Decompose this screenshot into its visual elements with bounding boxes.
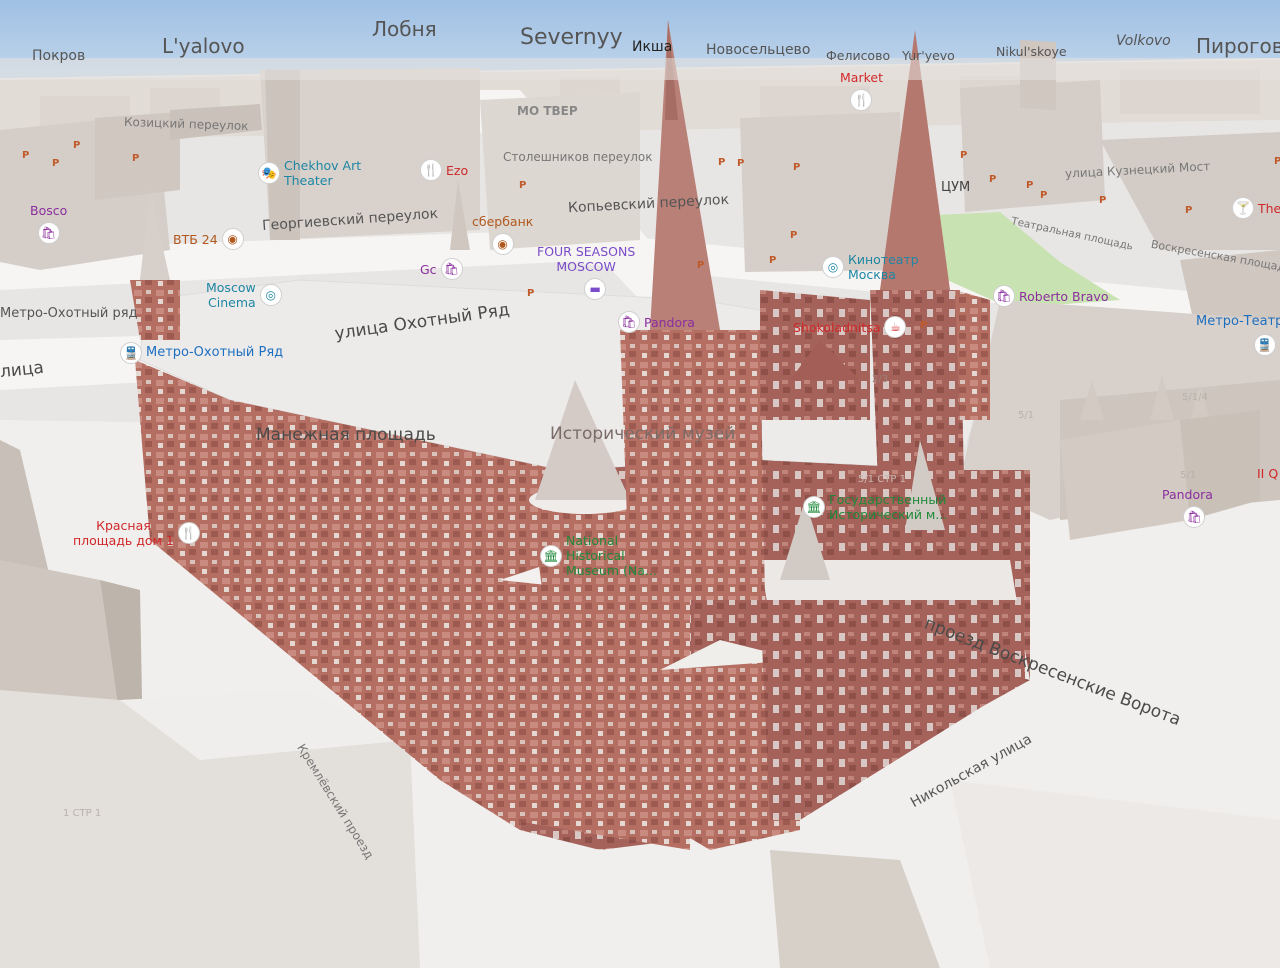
parking-icon: P bbox=[1185, 205, 1193, 216]
poi-vtb24[interactable]: ◉ ВТБ 24 bbox=[173, 228, 244, 250]
city-label: Лобня bbox=[372, 17, 437, 41]
building-number: 5/1 bbox=[1018, 410, 1035, 421]
poi-moscow-cinema[interactable]: ◎ Moscow Cinema bbox=[206, 280, 282, 310]
hotel-icon: ▬ bbox=[584, 278, 607, 300]
parking-icon: P bbox=[960, 150, 968, 161]
bank-icon: ◉ bbox=[221, 228, 244, 250]
poi-il-q[interactable]: II Q bbox=[1257, 466, 1278, 481]
city-label: Икша bbox=[632, 39, 673, 55]
parking-icon: P bbox=[73, 140, 81, 151]
building-number: 5/1 СТР 1 bbox=[858, 474, 906, 485]
street-label: Манежная площадь bbox=[256, 425, 436, 445]
street-label: Исторический музей bbox=[550, 424, 736, 444]
poi-kinoteatr-moskva[interactable]: ◎ Кинотеатр Москва bbox=[822, 252, 919, 282]
parking-icon: P bbox=[718, 157, 726, 168]
parking-icon: P bbox=[132, 153, 140, 164]
parking-icon: P bbox=[769, 255, 777, 266]
metro-icon: 🚆 bbox=[1253, 333, 1276, 356]
parking-icon: P bbox=[1026, 180, 1034, 191]
parking-icon: P bbox=[697, 260, 705, 271]
parking-icon: P bbox=[1274, 156, 1280, 167]
city-label: Фелисово bbox=[826, 48, 891, 63]
city-label: L'yalovo bbox=[162, 34, 245, 58]
restaurant-icon: 🍴 bbox=[177, 522, 200, 544]
poi-market[interactable]: 🍴 Market bbox=[840, 70, 883, 111]
street-label: Столешников переулок bbox=[503, 150, 653, 164]
street-label: МО ТВЕР bbox=[517, 104, 578, 118]
poi-four-seasons[interactable]: ▬ FOUR SEASONS MOSCOW bbox=[537, 244, 635, 300]
poi-sberbank[interactable]: ◉ сбербанк bbox=[472, 214, 533, 255]
cinema-icon: ◎ bbox=[822, 256, 844, 278]
poi-metro-okhotny-ryad[interactable]: 🚆 Метро-Охотный Ряд bbox=[120, 342, 283, 364]
city-label: Yur'yevo bbox=[902, 48, 955, 63]
poi-national-historical-museum[interactable]: 🏛 National Historical Museum (Na... bbox=[540, 533, 657, 578]
parking-icon: P bbox=[790, 230, 798, 241]
poi-pandora[interactable]: 🛍 Pandora bbox=[618, 311, 695, 333]
parking-icon: P bbox=[22, 150, 30, 161]
restaurant-icon: 🍴 bbox=[420, 159, 442, 181]
street-label: ЦУМ bbox=[941, 180, 971, 195]
poi-bosco[interactable]: 🛍 Bosco bbox=[30, 203, 67, 244]
parking-icon: P bbox=[1099, 195, 1107, 206]
map-3d-view[interactable] bbox=[0, 0, 1280, 968]
shopping-bag-icon: 🛍 bbox=[440, 258, 463, 280]
building-number: 1 СТР 1 bbox=[63, 808, 102, 819]
poi-metro-teatralnaya[interactable]: 🚆 Метро-Театр bbox=[1196, 314, 1280, 356]
theater-icon: 🎭 bbox=[258, 162, 280, 184]
city-label: Новосельцево bbox=[706, 42, 811, 58]
museum-icon: 🏛 bbox=[540, 544, 562, 567]
city-label: Volkovo bbox=[1116, 33, 1171, 49]
poi-gc[interactable]: 🛍 Gc bbox=[420, 258, 463, 280]
street-label: Метро-Охотный ряд bbox=[0, 306, 138, 321]
cinema-icon: ◎ bbox=[259, 284, 282, 306]
poi-the[interactable]: 🍸 The bbox=[1232, 197, 1280, 219]
poi-chekhov-art-theater[interactable]: 🎭 Chekhov Art Theater bbox=[258, 158, 361, 188]
parking-icon: P bbox=[52, 158, 60, 169]
parking-icon: P bbox=[1040, 190, 1048, 201]
shopping-bag-icon: 🛍 bbox=[993, 285, 1015, 307]
city-label: Severnyy bbox=[520, 25, 623, 50]
poi-roberto-bravo[interactable]: 🛍 Roberto Bravo bbox=[993, 285, 1108, 307]
parking-icon: P bbox=[527, 288, 535, 299]
coffee-icon: ☕ bbox=[884, 316, 907, 338]
building-number: 2/3 bbox=[872, 374, 889, 385]
shopping-bag-icon: 🛍 bbox=[618, 311, 640, 333]
bank-icon: ◉ bbox=[491, 233, 514, 255]
cocktail-icon: 🍸 bbox=[1232, 197, 1254, 219]
building-number: 5/1 bbox=[1180, 470, 1197, 481]
poi-shokoladnitsa[interactable]: ☕ Shokoladnitsa bbox=[793, 316, 907, 338]
parking-icon: P bbox=[920, 320, 928, 331]
building-number: 5/1/4 bbox=[1182, 392, 1208, 403]
parking-icon: P bbox=[793, 162, 801, 173]
city-label: Nikul'skoye bbox=[996, 44, 1067, 59]
shopping-bag-icon: 🛍 bbox=[1183, 506, 1206, 528]
parking-icon: P bbox=[989, 174, 997, 185]
poi-ezo[interactable]: 🍴 Ezo bbox=[420, 159, 468, 181]
poi-gos-istoricheskiy-muzey[interactable]: 🏛 Государственный Исторический м... bbox=[803, 492, 947, 522]
city-label: Пирогово bbox=[1196, 34, 1280, 58]
museum-icon: 🏛 bbox=[803, 496, 825, 518]
restaurant-icon: 🍴 bbox=[850, 89, 873, 111]
city-label: Покров bbox=[32, 48, 86, 64]
poi-pandora-2[interactable]: 🛍 Pandora bbox=[1162, 487, 1213, 528]
parking-icon: P bbox=[737, 158, 745, 169]
poi-krasnaya-ploshchad-1[interactable]: 🍴 Красная площадь дом 1 bbox=[73, 518, 200, 548]
shopping-bag-icon: 🛍 bbox=[37, 222, 60, 244]
horizon-haze bbox=[0, 58, 1280, 80]
metro-icon: 🚆 bbox=[120, 342, 142, 364]
parking-icon: P bbox=[519, 180, 527, 191]
